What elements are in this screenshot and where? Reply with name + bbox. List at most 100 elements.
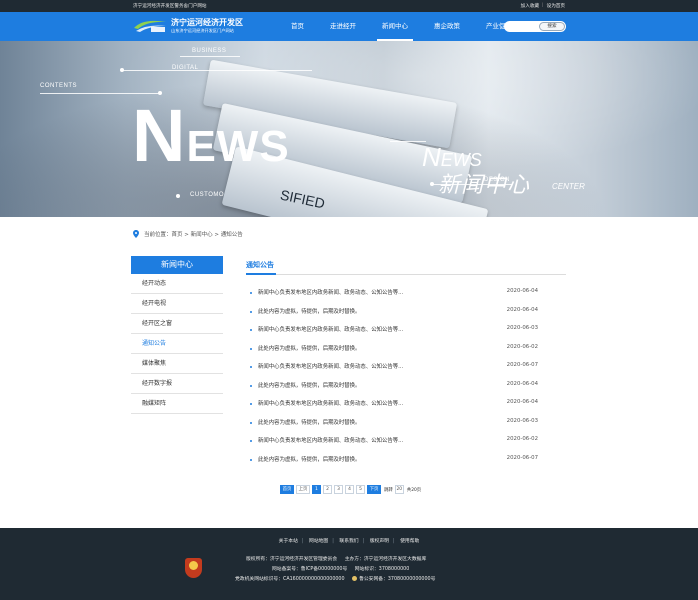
list-item-date: 2020-06-02 — [506, 343, 538, 350]
list-item[interactable]: 新闻中心负责发布地区内政务新闻、政务动态、公知公告等... 2020-06-03 — [246, 323, 566, 342]
footer-link-contact[interactable]: 联系我们 — [339, 539, 358, 544]
party-gov-badge-icon[interactable] — [185, 558, 202, 578]
pager-page-5[interactable]: 5 — [356, 485, 365, 494]
list-item-title[interactable]: 此处内容为虚拟，待提供，后期及时替换。 — [258, 307, 360, 315]
list-item-title[interactable]: 此处内容为虚拟，待提供，后期及时替换。 — [258, 344, 360, 352]
banner-tag-business: BUSINESS — [192, 48, 227, 54]
sidebar-item-dynamics[interactable]: 经开动态 — [131, 274, 223, 294]
footer-gov-id: 党政机关网站标识号：CA160000000000000000 — [235, 577, 345, 582]
sidebar-item-notices[interactable]: 通知公告 — [131, 334, 223, 354]
banner-news-cn: 新闻中心 — [438, 173, 531, 198]
bullet-icon — [250, 421, 252, 424]
list-item-date: 2020-06-03 — [506, 325, 538, 331]
list-item[interactable]: 新闻中心负责发布地区内政务新闻、政务动态、公知公告等... 2020-06-02 — [246, 434, 566, 453]
list-item[interactable]: 此处内容为虚拟，待提供，后期及时替换。 2020-06-07 — [246, 453, 566, 472]
pager-first-button[interactable]: 首页 — [280, 485, 294, 494]
bullet-icon — [250, 292, 252, 294]
list-item[interactable]: 此处内容为虚拟，待提供，后期及时替换。 2020-06-04 — [246, 305, 566, 324]
footer-icp[interactable]: 网站备案号：鲁ICP备00000000号 — [272, 567, 347, 572]
footer-police[interactable]: 鲁公安网备：37080000000000号 — [359, 577, 435, 582]
police-emblem-icon — [352, 576, 358, 581]
bullet-icon — [250, 403, 252, 405]
sidebar-item-digital-paper[interactable]: 经开数字报 — [131, 374, 223, 394]
sidebar-item-matrix[interactable]: 融媒矩阵 — [131, 394, 223, 414]
list-item[interactable]: 此处内容为虚拟，待提供，后期及时替换。 2020-06-03 — [246, 416, 566, 435]
pager-page-2[interactable]: 2 — [323, 485, 332, 494]
footer-link-sitemap[interactable]: 网站地图 — [309, 539, 328, 544]
breadcrumb: 当前位置：首页 > 新闻中心 > 通知公告 — [133, 230, 243, 238]
pager-next-button[interactable]: 下页 — [367, 485, 381, 494]
list-item-title[interactable]: 此处内容为虚拟，待提供，后期及时替换。 — [258, 418, 360, 426]
pager-page-1[interactable]: 1 — [312, 485, 321, 494]
banner-tag-design: DESIGN — [484, 177, 511, 183]
search-input[interactable] — [508, 22, 538, 31]
list-item-title[interactable]: 新闻中心负责发布地区内政务新闻、政务动态、公知公告等... — [258, 325, 403, 333]
footer-link-help[interactable]: 使用帮助 — [400, 539, 419, 544]
sidebar-item-window[interactable]: 经开区之窗 — [131, 314, 223, 334]
list-item-date: 2020-06-03 — [506, 417, 538, 424]
list-item-title[interactable]: 此处内容为虚拟，待提供，后期及时替换。 — [258, 381, 360, 389]
location-pin-icon — [133, 230, 139, 238]
set-home-link[interactable]: 设为首页 — [547, 3, 565, 9]
sidebar-item-tv[interactable]: 经开电视 — [131, 294, 223, 314]
list-item[interactable]: 此处内容为虚拟，待提供，后期及时替换。 2020-06-02 — [246, 342, 566, 361]
list-item-date: 2020-06-04 — [506, 380, 538, 387]
list-item-title[interactable]: 新闻中心负责发布地区内政务新闻、政务动态、公知公告等... — [258, 399, 403, 407]
list-item[interactable]: 此处内容为虚拟，待提供，后期及时替换。 2020-06-04 — [246, 379, 566, 398]
bullet-icon — [250, 329, 252, 331]
footer-host: 主办方：济宁运河经济开发区大数据库 — [344, 557, 427, 562]
nav-item-policy[interactable]: 惠企政策 — [421, 12, 473, 41]
panel-title: 通知公告 — [246, 258, 566, 275]
search-button[interactable]: 搜索 — [539, 22, 565, 31]
news-banner: SIFIED 5 BUSINESS DIGITAL CONTENTS NEWS … — [0, 41, 698, 217]
pager-goto-label: 跳转 — [384, 487, 393, 493]
list-item-date: 2020-06-04 — [506, 399, 538, 405]
banner-tag-contents: CONTENTS — [40, 83, 77, 89]
nav-item-about[interactable]: 走进经开 — [317, 12, 369, 41]
site-header: 济宁运河经济开发区 山东济宁运河经济开发区门户网站 首页 走进经开 新闻中心 惠… — [0, 12, 698, 41]
search-box: 搜索 — [504, 21, 566, 32]
pager-prev-button[interactable]: 上页 — [296, 485, 310, 494]
bullet-icon — [250, 366, 252, 368]
footer-row-icp: 网站备案号：鲁ICP备00000000号 网站标识：3708000000 — [272, 565, 409, 572]
list-item-title[interactable]: 新闻中心负责发布地区内政务新闻、政务动态、公知公告等... — [258, 288, 403, 296]
sidebar: 新闻中心 经开动态 经开电视 经开区之窗 通知公告 媒体聚焦 经开数字报 融媒矩… — [131, 256, 223, 414]
footer-link-copyright[interactable]: 版权声明 — [370, 539, 389, 544]
pager-page-4[interactable]: 4 — [345, 485, 354, 494]
top-actions: 加入收藏 | 设为首页 — [521, 3, 565, 9]
footer-copyright: 版权所有：济宁运河经济开发区管理委员会 — [246, 557, 338, 562]
list-item-title[interactable]: 此处内容为虚拟，待提供，后期及时替换。 — [258, 455, 360, 463]
notice-list: 新闻中心负责发布地区内政务新闻、政务动态、公知公告等... 2020-06-04 … — [246, 286, 566, 471]
site-logo[interactable]: 济宁运河经济开发区 山东济宁运河经济开发区门户网站 — [133, 16, 243, 36]
pager-total-label: 共20页 — [406, 487, 422, 493]
footer-site-id: 网站标识：3708000000 — [354, 567, 410, 572]
add-favorite-link[interactable]: 加入收藏 — [521, 3, 539, 9]
nav-item-news[interactable]: 新闻中心 — [369, 12, 421, 41]
sidebar-item-media[interactable]: 媒体聚焦 — [131, 354, 223, 374]
list-item-title[interactable]: 新闻中心负责发布地区内政务新闻、政务动态、公知公告等... — [258, 362, 403, 370]
list-item-date: 2020-06-04 — [506, 288, 538, 294]
logo-subtitle: 山东济宁运河经济开发区门户网站 — [171, 28, 234, 33]
logo-emblem-icon — [133, 16, 167, 36]
list-item[interactable]: 新闻中心负责发布地区内政务新闻、政务动态、公知公告等... 2020-06-04 — [246, 286, 566, 305]
list-item-date: 2020-06-02 — [506, 436, 538, 442]
banner-dot — [120, 68, 124, 72]
list-item[interactable]: 新闻中心负责发布地区内政务新闻、政务动态、公知公告等... 2020-06-07 — [246, 360, 566, 379]
list-item[interactable]: 新闻中心负责发布地区内政务新闻、政务动态、公知公告等... 2020-06-04 — [246, 397, 566, 416]
top-separator: | — [542, 3, 544, 8]
banner-news-center: CENTER — [552, 182, 585, 191]
pager-goto-input[interactable]: 20 — [394, 485, 404, 494]
bullet-icon — [250, 384, 252, 387]
list-item-title[interactable]: 新闻中心负责发布地区内政务新闻、政务动态、公知公告等... — [258, 436, 403, 444]
footer-separator: | — [392, 539, 395, 544]
list-item-date: 2020-06-07 — [506, 454, 538, 461]
nav-item-home[interactable]: 首页 — [278, 12, 317, 41]
site-footer: 关于本站 | 网站地图 | 联系我们 | 版权声明 | 使用帮助 版权所有：济宁运河经济… — [0, 528, 698, 600]
breadcrumb-text[interactable]: 当前位置：首页 > 新闻中心 > 通知公告 — [144, 230, 243, 238]
banner-line — [432, 184, 512, 185]
footer-separator: | — [332, 539, 334, 544]
footer-link-about[interactable]: 关于本站 — [279, 539, 298, 544]
logo-text: 济宁运河经济开发区 山东济宁运河经济开发区门户网站 — [171, 18, 243, 34]
pager-page-3[interactable]: 3 — [334, 485, 343, 494]
banner-big-ews: EWS — [186, 122, 290, 171]
